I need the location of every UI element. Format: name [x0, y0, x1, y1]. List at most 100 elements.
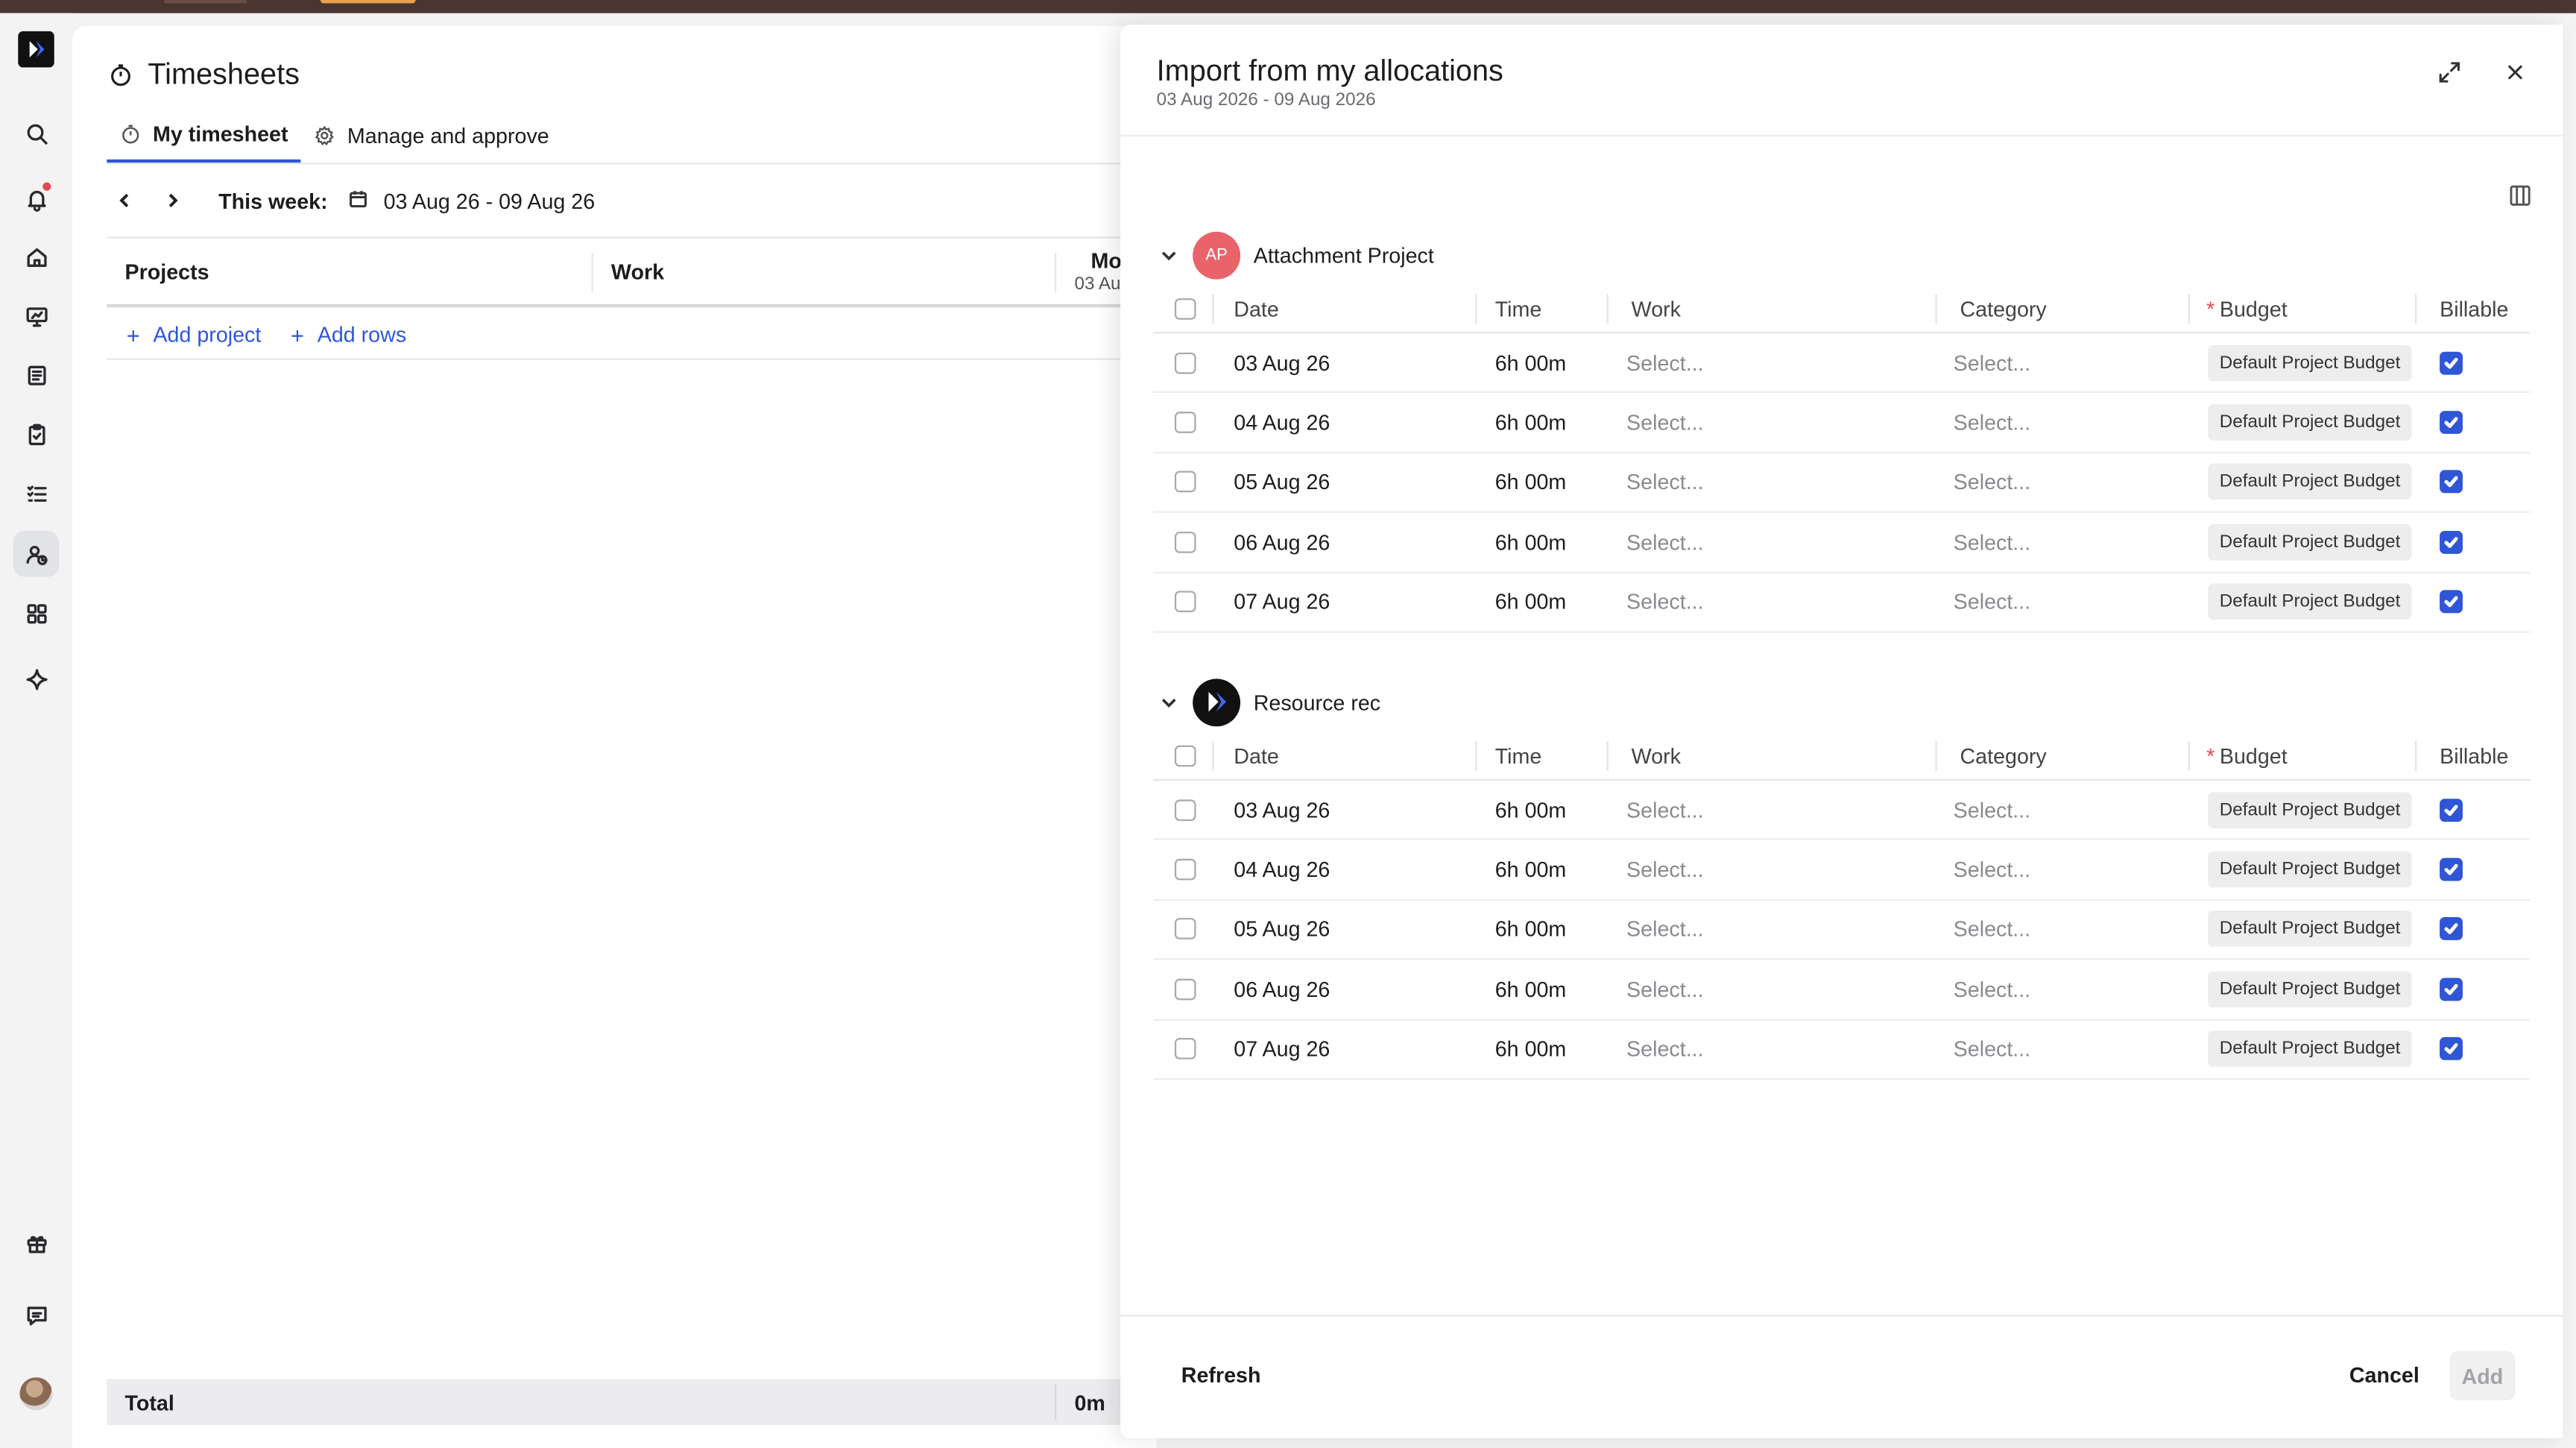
grid-icon[interactable] — [13, 590, 60, 636]
row-time[interactable]: 6h 00m — [1495, 470, 1567, 494]
cancel-button[interactable]: Cancel — [2349, 1362, 2419, 1387]
group-header[interactable]: AP Attachment Project — [1153, 230, 2530, 280]
work-select[interactable]: Select... — [1626, 797, 1704, 822]
row-checkbox[interactable] — [1174, 471, 1196, 494]
row-time[interactable]: 6h 00m — [1495, 530, 1567, 555]
expand-button[interactable] — [2437, 59, 2463, 85]
billable-checkbox[interactable] — [2440, 470, 2463, 494]
tab-my-timesheet[interactable]: My timesheet — [107, 108, 302, 163]
user-avatar[interactable] — [19, 1377, 53, 1411]
category-select[interactable]: Select... — [1954, 857, 2031, 882]
category-select[interactable]: Select... — [1954, 530, 2031, 555]
row-checkbox[interactable] — [1174, 591, 1196, 613]
select-all-checkbox[interactable] — [1174, 744, 1196, 767]
sparkle-icon[interactable] — [13, 656, 60, 702]
work-select[interactable]: Select... — [1626, 917, 1704, 942]
category-select[interactable]: Select... — [1954, 410, 2031, 435]
user-time-icon[interactable] — [13, 530, 60, 577]
billable-checkbox[interactable] — [2440, 798, 2463, 822]
category-select[interactable]: Select... — [1954, 470, 2031, 494]
budget-select[interactable]: Default Project Budget — [2208, 344, 2412, 381]
presentation-icon[interactable] — [13, 292, 60, 339]
work-select[interactable]: Select... — [1626, 1036, 1704, 1061]
row-time[interactable]: 6h 00m — [1495, 917, 1567, 942]
budget-select[interactable]: Default Project Budget — [2208, 584, 2412, 620]
row-time[interactable]: 6h 00m — [1495, 797, 1567, 822]
search-icon[interactable] — [13, 110, 60, 157]
work-select[interactable]: Select... — [1626, 857, 1704, 882]
checklist-icon[interactable] — [13, 470, 60, 516]
billable-checkbox[interactable] — [2440, 530, 2463, 554]
category-select[interactable]: Select... — [1954, 797, 2031, 822]
work-select[interactable]: Select... — [1626, 977, 1704, 1001]
next-week-button[interactable] — [154, 184, 190, 217]
budget-select[interactable]: Default Project Budget — [2208, 971, 2412, 1007]
row-time[interactable]: 6h 00m — [1495, 410, 1567, 435]
timesheet-grid-header: Projects Work Mo 03 Au — [107, 236, 1157, 308]
previous-week-button[interactable] — [107, 184, 142, 217]
row-checkbox[interactable] — [1174, 531, 1196, 553]
week-range[interactable]: 03 Aug 26 - 09 Aug 26 — [384, 188, 596, 213]
work-select[interactable]: Select... — [1626, 590, 1704, 614]
budget-select[interactable]: Default Project Budget — [2208, 1030, 2412, 1068]
billable-checkbox[interactable] — [2440, 411, 2463, 435]
row-checkbox[interactable] — [1174, 858, 1196, 881]
row-time[interactable]: 6h 00m — [1495, 977, 1567, 1001]
column-settings-button[interactable] — [2509, 184, 2535, 210]
row-checkbox[interactable] — [1174, 352, 1196, 374]
clipboard-icon[interactable] — [13, 411, 60, 457]
work-select[interactable]: Select... — [1626, 530, 1704, 555]
row-checkbox[interactable] — [1174, 1038, 1196, 1060]
row-checkbox[interactable] — [1174, 412, 1196, 434]
select-all-checkbox[interactable] — [1174, 297, 1196, 319]
work-select[interactable]: Select... — [1626, 350, 1704, 375]
drawer-header-divider — [1120, 134, 2563, 136]
group-header[interactable]: Resource rec — [1153, 677, 2530, 726]
row-time[interactable]: 6h 00m — [1495, 350, 1567, 375]
chat-icon[interactable] — [13, 1292, 60, 1338]
import-allocations-drawer: Import from my allocations 03 Aug 2026 -… — [1120, 25, 2563, 1438]
budget-select[interactable]: Default Project Budget — [2208, 911, 2412, 948]
billable-checkbox[interactable] — [2440, 351, 2463, 374]
category-select[interactable]: Select... — [1954, 977, 2031, 1001]
book-icon[interactable] — [13, 352, 60, 398]
app-logo[interactable] — [18, 31, 54, 68]
category-select[interactable]: Select... — [1954, 1036, 2031, 1061]
billable-checkbox[interactable] — [2440, 1037, 2463, 1061]
row-time[interactable]: 6h 00m — [1495, 590, 1567, 614]
budget-select[interactable]: Default Project Budget — [2208, 404, 2412, 441]
budget-select[interactable]: Default Project Budget — [2208, 523, 2412, 561]
category-select[interactable]: Select... — [1954, 350, 2031, 375]
budget-select[interactable]: Default Project Budget — [2208, 791, 2412, 828]
home-icon[interactable] — [13, 233, 60, 280]
row-time[interactable]: 6h 00m — [1495, 857, 1567, 882]
billable-checkbox[interactable] — [2440, 590, 2463, 614]
project-avatar-initials: AP — [1205, 245, 1228, 264]
add-rows-button[interactable]: + Add rows — [291, 322, 406, 347]
add-project-button[interactable]: + Add project — [127, 322, 262, 347]
close-button[interactable] — [2502, 59, 2528, 85]
add-button[interactable]: Add — [2449, 1350, 2516, 1401]
budget-select[interactable]: Default Project Budget — [2208, 464, 2412, 501]
chevron-down-icon[interactable] — [1153, 687, 1183, 717]
category-select[interactable]: Select... — [1954, 590, 2031, 614]
bell-icon[interactable] — [13, 176, 60, 222]
header-date: Date — [1234, 295, 1279, 321]
expand-icon — [2439, 62, 2460, 83]
billable-checkbox[interactable] — [2440, 857, 2463, 881]
refresh-button[interactable]: Refresh — [1181, 1362, 1261, 1387]
budget-select[interactable]: Default Project Budget — [2208, 851, 2412, 888]
work-select[interactable]: Select... — [1626, 410, 1704, 435]
row-time[interactable]: 6h 00m — [1495, 1036, 1567, 1061]
row-checkbox[interactable] — [1174, 919, 1196, 940]
row-checkbox[interactable] — [1174, 978, 1196, 1001]
tab-manage-and-approve[interactable]: Manage and approve — [301, 108, 562, 163]
billable-checkbox[interactable] — [2440, 978, 2463, 1001]
chevron-down-icon[interactable] — [1153, 240, 1183, 270]
gift-icon[interactable] — [13, 1220, 60, 1266]
billable-checkbox[interactable] — [2440, 918, 2463, 941]
category-select[interactable]: Select... — [1954, 917, 2031, 942]
week-picker[interactable] — [349, 188, 368, 213]
row-checkbox[interactable] — [1174, 799, 1196, 821]
work-select[interactable]: Select... — [1626, 470, 1704, 494]
